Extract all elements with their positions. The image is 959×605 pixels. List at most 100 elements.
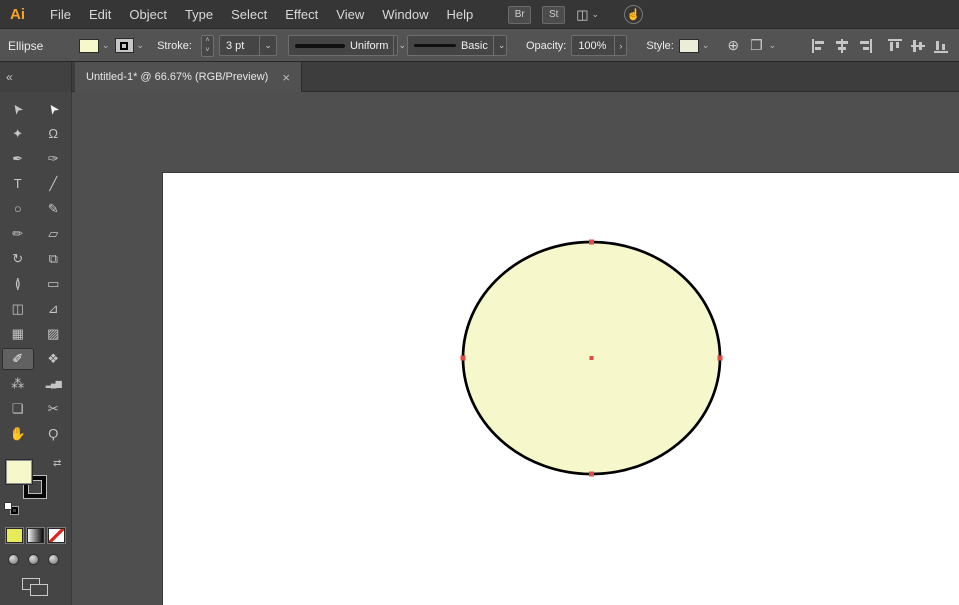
stroke-color-control[interactable]: ⌄: [114, 38, 144, 53]
gradient-button[interactable]: [27, 528, 44, 543]
anchor-top[interactable]: [589, 239, 594, 245]
shape-builder-tool[interactable]: ◫: [2, 298, 34, 320]
artboard-tool[interactable]: ❏: [2, 398, 34, 420]
stepper-down-icon[interactable]: ˅: [202, 46, 213, 56]
pen-tool[interactable]: ✒: [2, 148, 34, 170]
artboard[interactable]: [163, 173, 959, 605]
mesh-tool[interactable]: ▦: [2, 323, 34, 345]
menu-edit[interactable]: Edit: [80, 7, 120, 22]
hand-tool[interactable]: ✋: [2, 423, 34, 445]
fill-swatch[interactable]: [79, 38, 99, 53]
stroke-weight-select[interactable]: 3 pt ⌄: [218, 35, 277, 56]
eraser-tool[interactable]: ▱: [37, 223, 69, 245]
document-arrange-control[interactable]: ❒ ⌄: [747, 37, 776, 54]
menu-help[interactable]: Help: [437, 7, 482, 22]
menu-object[interactable]: Object: [120, 7, 176, 22]
align-middle-button[interactable]: [910, 38, 926, 54]
chevron-down-icon[interactable]: ⌄: [492, 36, 510, 55]
zoom-icon: Ϙ: [48, 426, 59, 441]
draw-behind-button[interactable]: [28, 554, 39, 565]
draw-inside-button[interactable]: [48, 554, 59, 565]
chevron-right-icon[interactable]: ›: [614, 36, 626, 55]
style-swatch[interactable]: [678, 38, 699, 53]
chevron-down-icon[interactable]: ⌄: [259, 36, 276, 55]
column-graph-icon: ▂▄▆: [45, 379, 62, 388]
width-profile-select[interactable]: Uniform ⌄: [287, 35, 406, 56]
fill-indicator[interactable]: [6, 460, 32, 484]
menu-items: File Edit Object Type Select Effect View…: [41, 7, 482, 22]
draw-normal-button[interactable]: [8, 554, 19, 565]
free-transform-icon: ▭: [47, 275, 60, 291]
shaper-tool[interactable]: ✏: [2, 223, 34, 245]
slice-tool[interactable]: ✂: [37, 398, 69, 420]
perspective-grid-tool[interactable]: ⊿: [37, 298, 69, 320]
menu-select[interactable]: Select: [222, 7, 276, 22]
direct-selection-tool[interactable]: ➤: [37, 98, 69, 120]
menu-file[interactable]: File: [41, 7, 80, 22]
gradient-tool[interactable]: ▨: [37, 323, 69, 345]
anchor-right[interactable]: [717, 355, 723, 361]
close-tab-icon[interactable]: ×: [282, 70, 290, 85]
collapse-panels-icon[interactable]: «: [6, 70, 13, 84]
color-button[interactable]: [6, 528, 23, 543]
anchor-bottom[interactable]: [589, 471, 594, 477]
default-fill-stroke-icon[interactable]: [4, 502, 22, 518]
bridge-button[interactable]: Br: [508, 5, 532, 24]
fill-color-control[interactable]: ⌄: [79, 38, 110, 53]
default-stroke-icon: [11, 507, 18, 514]
pen-icon: ✒: [12, 150, 24, 166]
align-left-button[interactable]: [811, 38, 827, 54]
document-tab[interactable]: Untitled-1* @ 66.67% (RGB/Preview) ×: [75, 62, 302, 92]
lasso-tool[interactable]: Ω: [37, 123, 69, 145]
workspace-switcher[interactable]: ◫ ⌄: [576, 7, 599, 23]
eraser-icon: ▱: [48, 225, 59, 241]
stock-button[interactable]: St: [542, 5, 566, 24]
free-transform-tool[interactable]: ▭: [37, 273, 69, 295]
align-bottom-button[interactable]: [933, 38, 949, 54]
tool-grid: ➤ ➤ ✦ Ω ✒ ✑ T ╱ ○ ✎ ✏ ▱ ↻ ⧉ ≬ ▭ ◫ ⊿ ▦ ▨: [0, 92, 71, 446]
artboard-artwork: [460, 239, 723, 477]
draw-mode-row: [0, 543, 71, 565]
curvature-tool[interactable]: ✑: [37, 148, 69, 170]
scale-tool[interactable]: ⧉: [37, 248, 69, 270]
column-graph-tool[interactable]: ▂▄▆: [37, 373, 69, 395]
stroke-label: Stroke:: [157, 39, 192, 52]
stroke-weight-stepper[interactable]: ˄ ˅: [200, 34, 214, 57]
blend-tool[interactable]: ❖: [37, 348, 69, 370]
magic-wand-icon: ✦: [12, 125, 24, 141]
symbol-sprayer-tool[interactable]: ⁂: [2, 373, 34, 395]
paintbrush-tool[interactable]: ✎: [37, 198, 69, 220]
illustrator-window: Ai File Edit Object Type Select Effect V…: [0, 0, 959, 605]
eyedropper-tool[interactable]: ✐: [1, 347, 34, 370]
menu-effect[interactable]: Effect: [276, 7, 327, 22]
opacity-field[interactable]: 100% ›: [571, 35, 628, 56]
brush-select[interactable]: Basic ⌄: [406, 35, 510, 56]
stepper-up-icon[interactable]: ˄: [202, 36, 213, 46]
selection-tool[interactable]: ➤: [2, 98, 34, 120]
stroke-swatch[interactable]: [114, 38, 134, 53]
align-center-button[interactable]: [834, 38, 850, 54]
lasso-icon: Ω: [48, 126, 59, 141]
screen-mode-button[interactable]: [22, 578, 50, 597]
anchor-left[interactable]: [460, 355, 466, 361]
app-logo: Ai: [10, 6, 25, 23]
width-tool[interactable]: ≬: [2, 273, 34, 295]
align-right-button[interactable]: [857, 38, 873, 54]
none-button[interactable]: [48, 528, 65, 543]
style-select[interactable]: ⌄: [678, 38, 709, 53]
touch-workspace-icon[interactable]: ☝: [624, 5, 644, 24]
magic-wand-tool[interactable]: ✦: [2, 123, 34, 145]
ellipse-tool[interactable]: ○: [2, 198, 34, 220]
canvas-area[interactable]: [72, 92, 959, 605]
align-top-button[interactable]: [887, 38, 903, 54]
menu-window[interactable]: Window: [373, 7, 437, 22]
menu-view[interactable]: View: [327, 7, 373, 22]
type-tool[interactable]: T: [2, 173, 34, 195]
globe-icon[interactable]: ⊕: [724, 37, 742, 54]
rotate-tool[interactable]: ↻: [2, 248, 34, 270]
swap-fill-stroke-icon[interactable]: ⇄: [53, 458, 61, 469]
center-point[interactable]: [589, 356, 594, 360]
menu-type[interactable]: Type: [176, 7, 222, 22]
zoom-tool[interactable]: Ϙ: [37, 423, 69, 445]
line-segment-tool[interactable]: ╱: [37, 173, 69, 195]
